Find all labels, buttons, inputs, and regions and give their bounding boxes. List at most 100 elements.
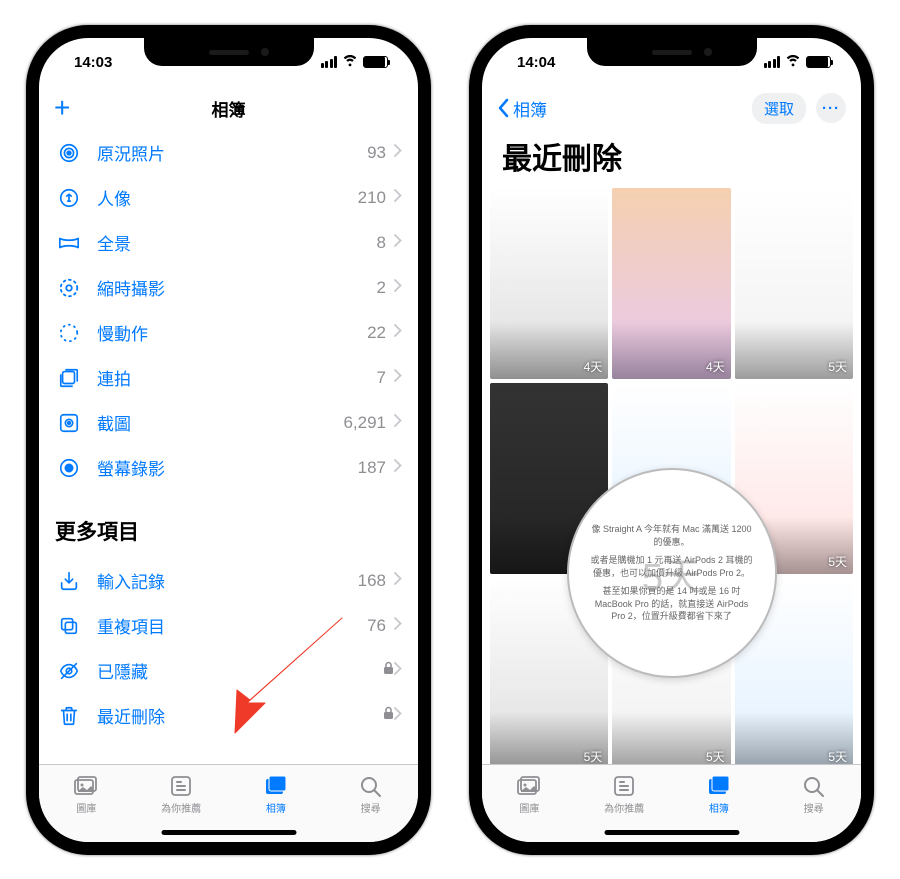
photo-thumb[interactable]: 4天 — [612, 188, 730, 379]
wifi-icon — [342, 54, 358, 71]
chevron-icon — [394, 279, 402, 297]
more-button[interactable]: ··· — [816, 93, 846, 123]
back-button[interactable]: 相簿 — [497, 96, 547, 121]
screen-left: 14:03 + 相簿 原況照片93人像210全景8縮時攝影2慢動作22連拍7截圖… — [39, 38, 418, 842]
row-count: 93 — [367, 143, 386, 163]
photo-grid[interactable]: 4天4天5天5天5天5天5天5天5天5天5天5天 像 Straight A 今年… — [482, 188, 861, 774]
row-label: 螢幕錄影 — [97, 455, 358, 480]
row-count: 22 — [367, 323, 386, 343]
hidden-icon — [55, 657, 83, 685]
tab-albums[interactable]: 相簿 — [229, 765, 324, 824]
days-badge: 5天 — [584, 748, 603, 765]
navbar-right: 相簿 選取 ··· — [482, 86, 861, 130]
tab-search[interactable]: 搜尋 — [323, 765, 418, 824]
photo-thumb[interactable]: 5天 — [735, 188, 853, 379]
tab-search[interactable]: 搜尋 — [766, 765, 861, 824]
phone-left: 14:03 + 相簿 原況照片93人像210全景8縮時攝影2慢動作22連拍7截圖… — [26, 25, 431, 855]
tab-label: 搜尋 — [361, 800, 381, 815]
tab-label: 為你推薦 — [604, 800, 644, 815]
import-icon — [55, 567, 83, 595]
chevron-icon — [394, 189, 402, 207]
magnifier-overlay: 像 Straight A 今年就有 Mac 滿萬送 1200 的優惠。 或者是購… — [567, 468, 777, 678]
screenshot-icon — [55, 409, 83, 437]
chevron-icon — [394, 617, 402, 635]
signal-icon — [764, 56, 781, 68]
tab-foryou[interactable]: 為你推薦 — [134, 765, 229, 824]
row-label: 全景 — [97, 230, 377, 255]
row-count: 2 — [377, 278, 386, 298]
screenrec-icon — [55, 454, 83, 482]
album-row-trash[interactable]: 最近刪除 — [39, 693, 418, 738]
days-badge: 5天 — [706, 748, 725, 765]
trash-icon — [55, 702, 83, 730]
chevron-icon — [394, 324, 402, 342]
dup-icon — [55, 612, 83, 640]
days-badge: 4天 — [584, 358, 603, 375]
live-icon — [55, 139, 83, 167]
large-title: 最近刪除 — [482, 130, 861, 188]
navbar-left: + 相簿 — [39, 86, 418, 130]
tab-label: 搜尋 — [804, 800, 824, 815]
album-row-burst[interactable]: 連拍7 — [39, 355, 418, 400]
row-label: 截圖 — [97, 410, 343, 435]
screen-right: 14:04 相簿 選取 ··· 最近刪除 4天4天5天5天5天5天5天5天5天5… — [482, 38, 861, 842]
section-header: 更多項目 — [39, 490, 418, 558]
chevron-icon — [394, 369, 402, 387]
battery-icon — [363, 56, 388, 68]
tab-label: 為你推薦 — [161, 800, 201, 815]
select-button[interactable]: 選取 — [752, 93, 806, 124]
album-row-screenrec[interactable]: 螢幕錄影187 — [39, 445, 418, 490]
chevron-icon — [394, 707, 402, 725]
album-row-slomo[interactable]: 慢動作22 — [39, 310, 418, 355]
tab-foryou[interactable]: 為你推薦 — [577, 765, 672, 824]
row-label: 連拍 — [97, 365, 377, 390]
tab-library[interactable]: 圖庫 — [482, 765, 577, 824]
album-row-timelapse[interactable]: 縮時攝影2 — [39, 265, 418, 310]
album-list[interactable]: 原況照片93人像210全景8縮時攝影2慢動作22連拍7截圖6,291螢幕錄影18… — [39, 130, 418, 764]
chevron-icon — [394, 662, 402, 680]
row-count: 168 — [358, 571, 386, 591]
days-badge: 4天 — [706, 358, 725, 375]
days-badge: 5天 — [828, 553, 847, 570]
chevron-icon — [394, 459, 402, 477]
photo-thumb[interactable]: 4天 — [490, 188, 608, 379]
album-row-portrait[interactable]: 人像210 — [39, 175, 418, 220]
tab-albums[interactable]: 相簿 — [672, 765, 767, 824]
tab-label: 圖庫 — [519, 800, 539, 815]
row-count: 76 — [367, 616, 386, 636]
portrait-icon — [55, 184, 83, 212]
days-badge: 5天 — [828, 748, 847, 765]
tab-label: 相簿 — [266, 800, 286, 815]
signal-icon — [321, 56, 338, 68]
album-row-pano[interactable]: 全景8 — [39, 220, 418, 265]
row-label: 縮時攝影 — [97, 275, 377, 300]
album-row-live[interactable]: 原況照片93 — [39, 130, 418, 175]
time: 14:04 — [517, 54, 555, 71]
pano-icon — [55, 229, 83, 257]
row-label: 原況照片 — [97, 140, 367, 165]
chevron-icon — [394, 234, 402, 252]
row-count: 8 — [377, 233, 386, 253]
timelapse-icon — [55, 274, 83, 302]
add-button[interactable]: + — [54, 92, 70, 124]
back-label: 相簿 — [513, 96, 547, 121]
album-row-hidden[interactable]: 已隱藏 — [39, 648, 418, 693]
row-count: 187 — [358, 458, 386, 478]
row-label: 重複項目 — [97, 613, 367, 638]
row-label: 最近刪除 — [97, 703, 383, 728]
burst-icon — [55, 364, 83, 392]
album-row-import[interactable]: 輸入記錄168 — [39, 558, 418, 603]
lock-icon — [383, 661, 394, 680]
days-badge: 5天 — [828, 358, 847, 375]
lock-icon — [383, 706, 394, 725]
row-count: 7 — [377, 368, 386, 388]
tab-label: 相簿 — [709, 800, 729, 815]
album-row-dup[interactable]: 重複項目76 — [39, 603, 418, 648]
chevron-icon — [394, 144, 402, 162]
row-label: 輸入記錄 — [97, 568, 358, 593]
row-label: 人像 — [97, 185, 358, 210]
tab-library[interactable]: 圖庫 — [39, 765, 134, 824]
row-label: 已隱藏 — [97, 658, 383, 683]
phone-right: 14:04 相簿 選取 ··· 最近刪除 4天4天5天5天5天5天5天5天5天5… — [469, 25, 874, 855]
album-row-screenshot[interactable]: 截圖6,291 — [39, 400, 418, 445]
